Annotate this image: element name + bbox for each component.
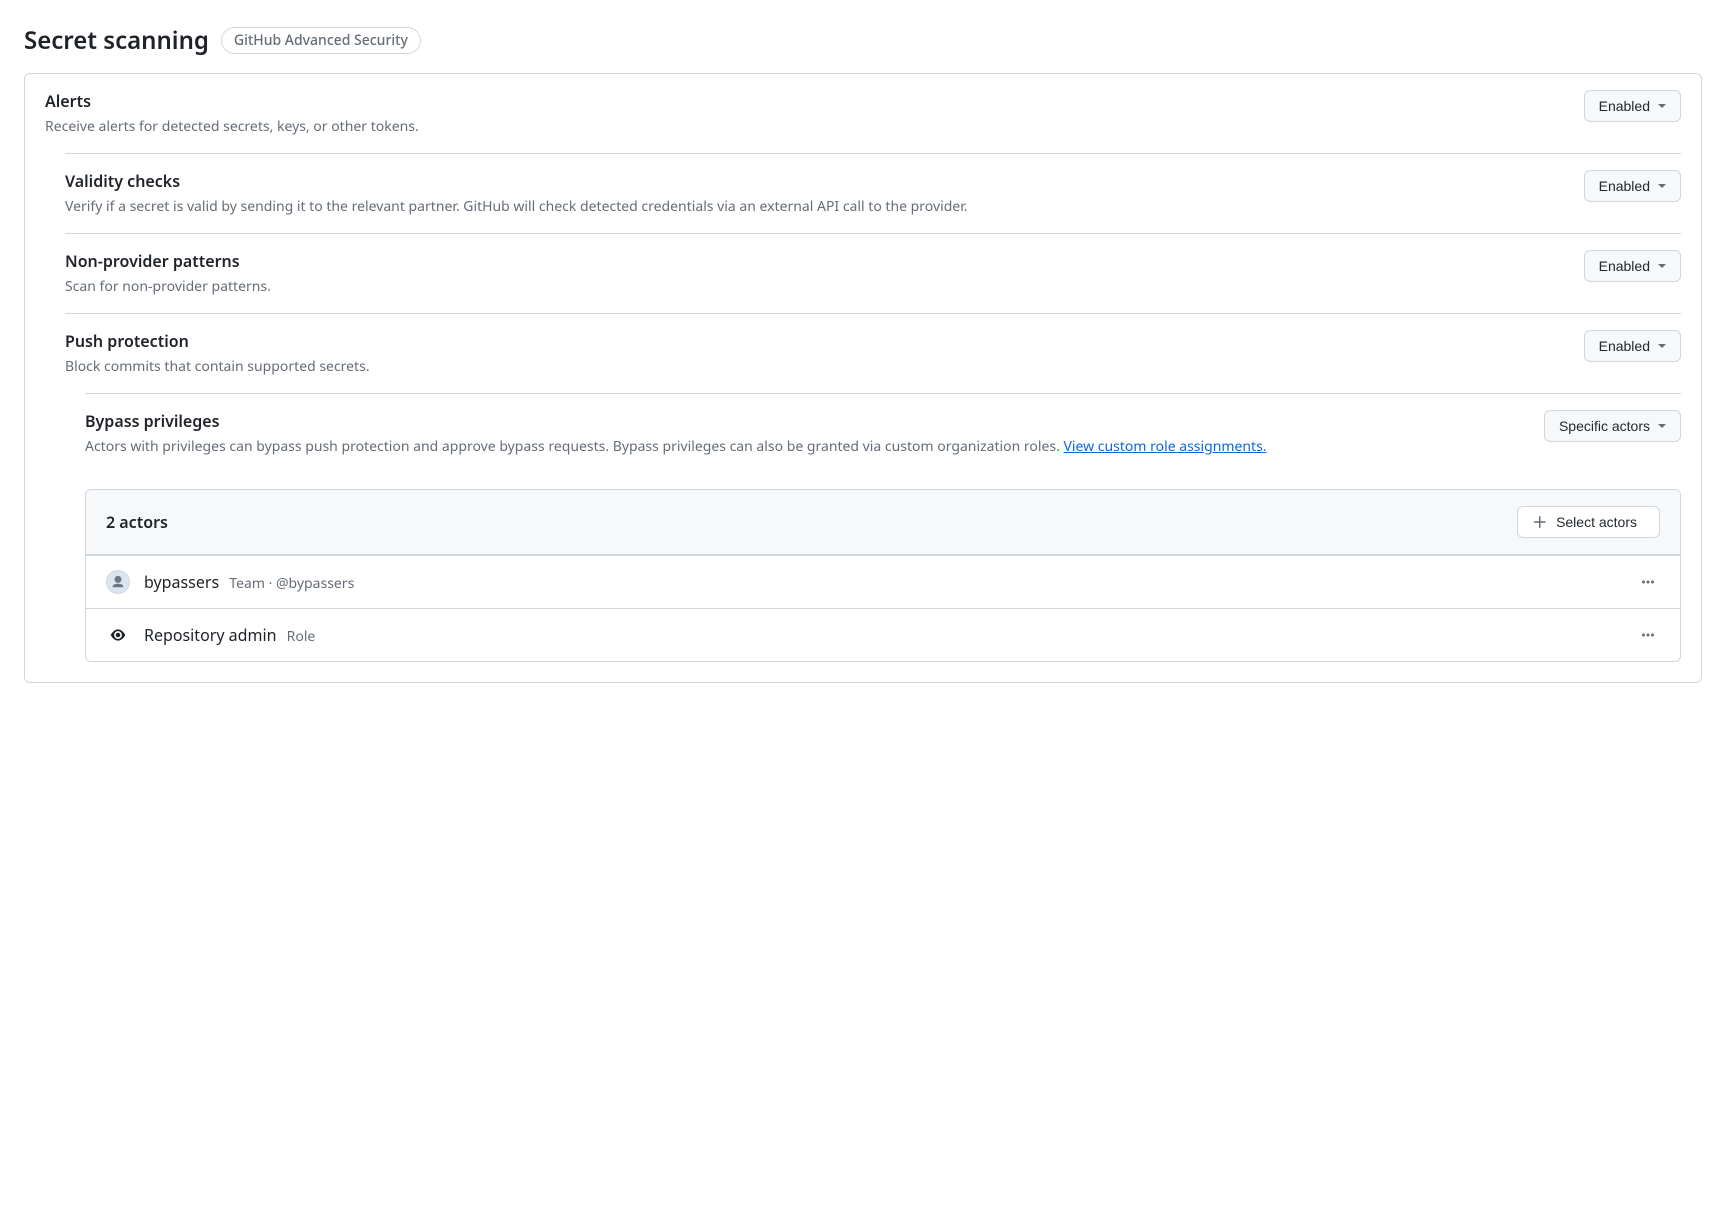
actor-left: Repository admin Role bbox=[106, 624, 315, 646]
actor-name: bypassers bbox=[144, 571, 219, 593]
view-custom-role-assignments-link[interactable]: View custom role assignments. bbox=[1064, 437, 1267, 456]
actor-info: bypassers Team · @bypassers bbox=[144, 571, 354, 593]
non-provider-patterns-status-dropdown[interactable]: Enabled bbox=[1584, 250, 1681, 282]
kebab-icon bbox=[1640, 574, 1656, 590]
push-protection-status-label: Enabled bbox=[1599, 338, 1650, 354]
actors-count-label: 2 actors bbox=[106, 511, 168, 533]
chevron-down-icon bbox=[1658, 264, 1666, 268]
alerts-setting: Alerts Receive alerts for detected secre… bbox=[25, 74, 1701, 153]
actors-header: 2 actors Select actors bbox=[86, 490, 1680, 555]
eye-icon bbox=[106, 626, 130, 644]
non-provider-patterns-status-label: Enabled bbox=[1599, 258, 1650, 274]
validity-checks-title: Validity checks bbox=[65, 170, 1564, 192]
actor-name: Repository admin bbox=[144, 624, 276, 646]
alerts-status-label: Enabled bbox=[1599, 98, 1650, 114]
chevron-down-icon bbox=[1658, 344, 1666, 348]
plus-icon bbox=[1532, 514, 1548, 530]
bypass-privileges-status-dropdown[interactable]: Specific actors bbox=[1544, 410, 1681, 442]
push-protection-status-dropdown[interactable]: Enabled bbox=[1584, 330, 1681, 362]
actor-row-repository-admin: Repository admin Role bbox=[86, 608, 1680, 661]
actor-info: Repository admin Role bbox=[144, 624, 315, 646]
alerts-title: Alerts bbox=[45, 90, 1564, 112]
non-provider-patterns-content: Non-provider patterns Scan for non-provi… bbox=[65, 250, 1564, 297]
chevron-down-icon bbox=[1658, 184, 1666, 188]
actors-box: 2 actors Select actors bypassers Team · … bbox=[85, 489, 1681, 662]
non-provider-patterns-title: Non-provider patterns bbox=[65, 250, 1564, 272]
team-avatar-icon bbox=[106, 570, 130, 594]
settings-panel: Alerts Receive alerts for detected secre… bbox=[24, 73, 1702, 683]
non-provider-patterns-setting: Non-provider patterns Scan for non-provi… bbox=[65, 233, 1681, 313]
chevron-down-icon bbox=[1658, 424, 1666, 428]
alerts-description: Receive alerts for detected secrets, key… bbox=[45, 116, 1564, 137]
validity-checks-content: Validity checks Verify if a secret is va… bbox=[65, 170, 1564, 217]
kebab-icon bbox=[1640, 627, 1656, 643]
bypass-privileges-setting: Bypass privileges Actors with privileges… bbox=[85, 393, 1681, 473]
bypass-privileges-content: Bypass privileges Actors with privileges… bbox=[85, 410, 1524, 457]
validity-checks-description: Verify if a secret is valid by sending i… bbox=[65, 196, 1564, 217]
non-provider-patterns-description: Scan for non-provider patterns. bbox=[65, 276, 1564, 297]
actor-meta: Team · @bypassers bbox=[229, 574, 354, 593]
select-actors-button[interactable]: Select actors bbox=[1517, 506, 1660, 538]
section-header: Secret scanning GitHub Advanced Security bbox=[24, 24, 1702, 57]
alerts-status-dropdown[interactable]: Enabled bbox=[1584, 90, 1681, 122]
bypass-privileges-description: Actors with privileges can bypass push p… bbox=[85, 436, 1524, 457]
advanced-security-badge: GitHub Advanced Security bbox=[221, 27, 421, 54]
section-title: Secret scanning bbox=[24, 24, 209, 57]
alerts-content: Alerts Receive alerts for detected secre… bbox=[45, 90, 1564, 137]
actor-meta: Role bbox=[287, 627, 316, 646]
push-protection-title: Push protection bbox=[65, 330, 1564, 352]
push-protection-description: Block commits that contain supported sec… bbox=[65, 356, 1564, 377]
bypass-privileges-status-label: Specific actors bbox=[1559, 418, 1650, 434]
actor-menu-button[interactable] bbox=[1636, 623, 1660, 647]
bypass-privileges-title: Bypass privileges bbox=[85, 410, 1524, 432]
validity-checks-status-label: Enabled bbox=[1599, 178, 1650, 194]
actor-left: bypassers Team · @bypassers bbox=[106, 570, 354, 594]
validity-checks-status-dropdown[interactable]: Enabled bbox=[1584, 170, 1681, 202]
actor-menu-button[interactable] bbox=[1636, 570, 1660, 594]
select-actors-label: Select actors bbox=[1556, 514, 1637, 530]
push-protection-content: Push protection Block commits that conta… bbox=[65, 330, 1564, 377]
chevron-down-icon bbox=[1658, 104, 1666, 108]
validity-checks-setting: Validity checks Verify if a secret is va… bbox=[65, 153, 1681, 233]
actor-row-bypassers: bypassers Team · @bypassers bbox=[86, 555, 1680, 608]
push-protection-setting: Push protection Block commits that conta… bbox=[65, 313, 1681, 393]
